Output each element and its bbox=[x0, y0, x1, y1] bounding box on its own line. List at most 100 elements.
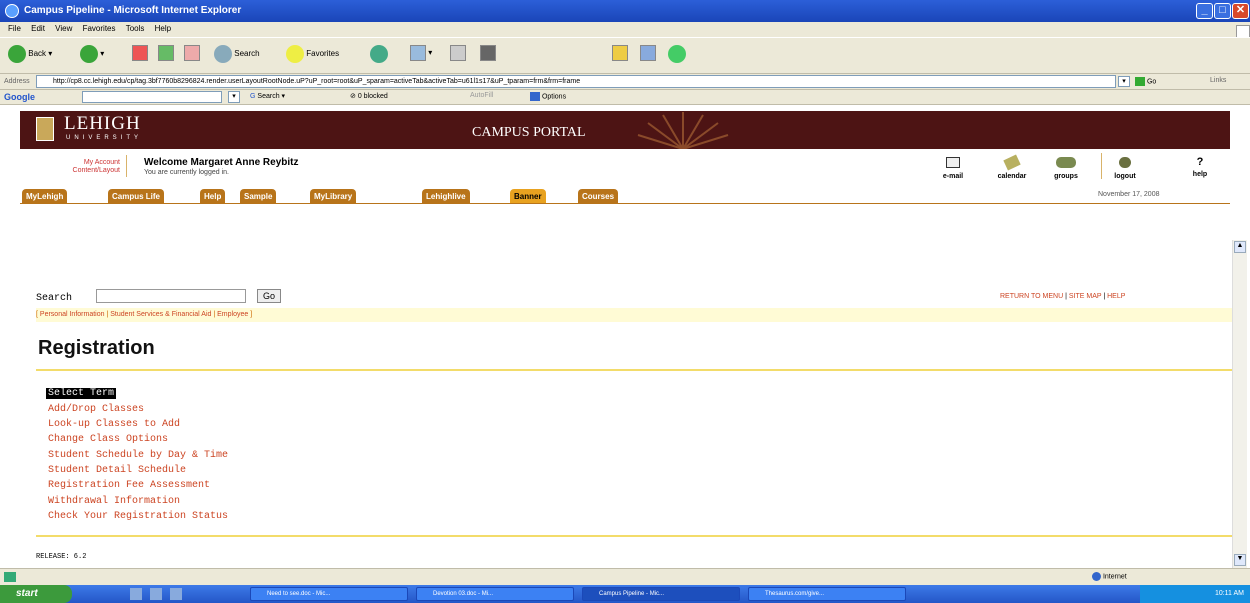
google-search-button[interactable]: G Search ▾ bbox=[250, 92, 285, 100]
popup-blocker-button[interactable]: ⊘ 0 blocked bbox=[350, 92, 388, 100]
menu-item-select-term[interactable]: Select Term bbox=[46, 388, 117, 399]
menu-favorites[interactable]: Favorites bbox=[83, 24, 116, 33]
options-button[interactable]: Options bbox=[530, 92, 566, 101]
page-icon bbox=[4, 572, 16, 582]
print-button[interactable] bbox=[450, 45, 466, 61]
breadcrumb: [ Personal Information | Student Service… bbox=[36, 308, 1232, 322]
messenger-icon bbox=[668, 45, 686, 63]
my-account-link[interactable]: My Account bbox=[48, 159, 120, 166]
tab-banner[interactable]: Banner bbox=[510, 189, 546, 204]
tab-help[interactable]: Help bbox=[200, 189, 226, 204]
google-g-icon: G bbox=[250, 93, 256, 100]
windows-taskbar: start Need to see.doc - Mic... Devotion … bbox=[0, 585, 1250, 603]
calendar-button[interactable]: calendar bbox=[990, 154, 1034, 180]
menu-file[interactable]: File bbox=[8, 24, 21, 33]
address-label: Address bbox=[4, 78, 30, 85]
stop-button[interactable] bbox=[132, 45, 148, 61]
task-thesaurus[interactable]: Thesaurus.com/give... bbox=[748, 587, 906, 601]
refresh-button[interactable] bbox=[158, 45, 174, 61]
research-button[interactable] bbox=[640, 45, 656, 61]
groups-icon bbox=[1056, 157, 1076, 168]
tab-mylehigh[interactable]: MyLehigh bbox=[22, 189, 68, 204]
help-button[interactable]: ? help bbox=[1188, 156, 1212, 179]
google-search-input[interactable] bbox=[82, 91, 222, 103]
site-map-link[interactable]: SITE MAP bbox=[1069, 293, 1102, 300]
title-divider bbox=[36, 369, 1232, 371]
scroll-up-arrow-icon[interactable]: ▲ bbox=[1234, 241, 1246, 253]
content-layout-link[interactable]: Content/Layout bbox=[28, 167, 120, 174]
scroll-down-arrow-icon[interactable]: ▼ bbox=[1234, 554, 1246, 566]
quicklaunch-desktop-icon[interactable] bbox=[150, 588, 162, 600]
help-link[interactable]: HELP bbox=[1107, 293, 1125, 300]
start-button[interactable]: start bbox=[0, 585, 72, 603]
menu-item-fee-assessment[interactable]: Registration Fee Assessment bbox=[48, 480, 210, 491]
menu-item-lookup-classes[interactable]: Look-up Classes to Add bbox=[48, 419, 180, 430]
tab-sample[interactable]: Sample bbox=[240, 189, 277, 204]
menu-item-withdrawal[interactable]: Withdrawal Information bbox=[48, 496, 180, 507]
favorites-button[interactable]: Favorites bbox=[286, 45, 339, 63]
mail-icon bbox=[410, 45, 426, 61]
messenger-button[interactable] bbox=[668, 45, 686, 63]
printer-icon bbox=[450, 45, 466, 61]
search-button[interactable]: Search bbox=[214, 45, 260, 63]
current-date: November 17, 2008 bbox=[1098, 191, 1160, 198]
minimize-button[interactable]: _ bbox=[1196, 3, 1213, 19]
groups-button[interactable]: groups bbox=[1048, 157, 1084, 180]
menu-item-schedule-day-time[interactable]: Student Schedule by Day & Time bbox=[48, 450, 228, 461]
back-button[interactable]: Back ▾ bbox=[8, 45, 52, 63]
tab-mylibrary[interactable]: MyLibrary bbox=[310, 189, 357, 204]
go-button[interactable]: Go bbox=[1135, 77, 1156, 86]
divider bbox=[1101, 153, 1102, 179]
task-devotion[interactable]: Devotion 03.doc - Mi... bbox=[416, 587, 574, 601]
menu-view[interactable]: View bbox=[55, 24, 72, 33]
address-dropdown[interactable]: ▾ bbox=[1118, 76, 1130, 87]
menu-item-change-class-options[interactable]: Change Class Options bbox=[48, 434, 168, 445]
breadcrumb-employee[interactable]: Employee bbox=[217, 311, 248, 318]
mail-button[interactable]: ▾ bbox=[410, 45, 432, 61]
banner-nav: RETURN TO MENU | SITE MAP | HELP bbox=[1000, 293, 1126, 300]
menu-help[interactable]: Help bbox=[155, 24, 171, 33]
links-button[interactable]: Links bbox=[1210, 77, 1226, 84]
forward-button[interactable]: ▾ bbox=[80, 45, 104, 63]
menu-item-detail-schedule[interactable]: Student Detail Schedule bbox=[48, 465, 186, 476]
google-label[interactable]: Google bbox=[4, 92, 35, 102]
question-mark-icon: ? bbox=[1196, 156, 1204, 168]
maximize-button[interactable]: □ bbox=[1214, 3, 1231, 19]
task-need-to-see[interactable]: Need to see.doc - Mic... bbox=[250, 587, 408, 601]
research-icon bbox=[640, 45, 656, 61]
status-bar: Internet bbox=[0, 568, 1250, 585]
search-input[interactable] bbox=[96, 289, 246, 303]
edit-button[interactable] bbox=[480, 45, 496, 61]
google-dropdown[interactable]: ▾ bbox=[228, 91, 240, 103]
menu-edit[interactable]: Edit bbox=[31, 24, 45, 33]
task-campus-pipeline[interactable]: Campus Pipeline - Mic... bbox=[582, 587, 740, 601]
quicklaunch-ie-icon[interactable] bbox=[130, 588, 142, 600]
menu-item-registration-status[interactable]: Check Your Registration Status bbox=[48, 511, 228, 522]
history-button[interactable] bbox=[370, 45, 388, 63]
return-to-menu-link[interactable]: RETURN TO MENU bbox=[1000, 293, 1063, 300]
history-icon bbox=[370, 45, 388, 63]
menu-bar: File Edit View Favorites Tools Help bbox=[0, 22, 1250, 38]
logout-button[interactable]: logout bbox=[1108, 157, 1142, 180]
quicklaunch-media-icon[interactable] bbox=[170, 588, 182, 600]
tab-campus-life[interactable]: Campus Life bbox=[108, 189, 165, 204]
home-button[interactable] bbox=[184, 45, 200, 61]
edit-icon bbox=[480, 45, 496, 61]
breadcrumb-personal-information[interactable]: Personal Information bbox=[40, 311, 105, 318]
tab-lehighlive[interactable]: Lehighlive bbox=[422, 189, 470, 204]
address-input[interactable]: http://cp8.cc.lehigh.edu/cp/tag.3bf7760b… bbox=[36, 75, 1116, 88]
globe-icon bbox=[1092, 572, 1101, 581]
autofill-button[interactable]: AutoFill bbox=[470, 92, 493, 99]
email-button[interactable]: e-mail bbox=[938, 157, 968, 180]
blocker-icon: ⊘ bbox=[350, 93, 356, 100]
close-button[interactable]: ✕ bbox=[1232, 3, 1249, 19]
tab-courses[interactable]: Courses bbox=[578, 189, 619, 204]
menu-tools[interactable]: Tools bbox=[126, 24, 145, 33]
go-search-button[interactable]: Go bbox=[257, 289, 281, 303]
address-bar: Address http://cp8.cc.lehigh.edu/cp/tag.… bbox=[0, 74, 1250, 90]
vertical-scrollbar[interactable]: ▲ ▼ bbox=[1232, 240, 1247, 568]
folder-button[interactable] bbox=[612, 45, 628, 61]
menu-item-add-drop[interactable]: Add/Drop Classes bbox=[48, 404, 144, 415]
breadcrumb-student-services[interactable]: Student Services & Financial Aid bbox=[110, 311, 211, 318]
welcome-row: My Account Content/Layout Welcome Margar… bbox=[20, 149, 1230, 184]
